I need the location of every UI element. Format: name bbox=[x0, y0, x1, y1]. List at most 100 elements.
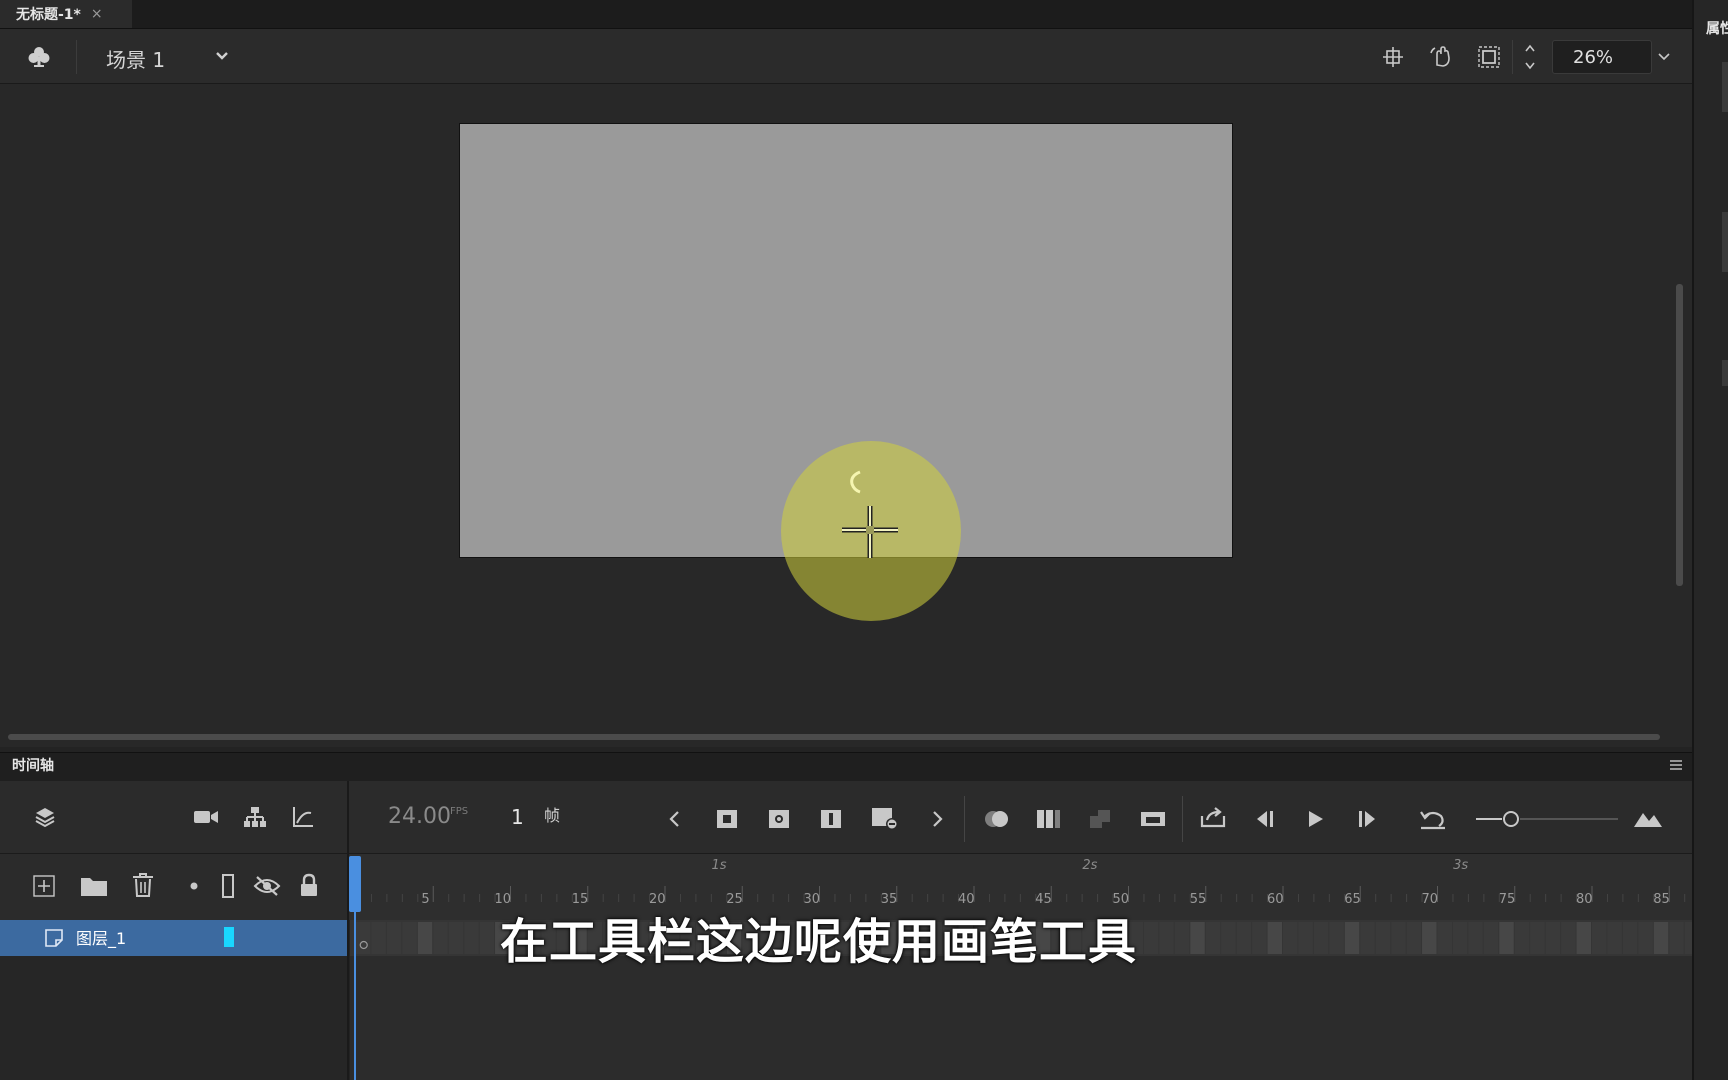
frame-cell bbox=[1669, 922, 1684, 954]
ruler-number: 65 bbox=[1344, 892, 1361, 907]
frame-cell bbox=[386, 922, 402, 954]
vertical-scrollbar[interactable] bbox=[1676, 284, 1683, 586]
frame-cell bbox=[1622, 922, 1638, 954]
remove-frame-icon[interactable] bbox=[868, 804, 902, 834]
clip-stage-icon[interactable] bbox=[1474, 42, 1504, 72]
frame-unit: 帧 bbox=[544, 806, 561, 825]
tween-icon[interactable] bbox=[1136, 804, 1170, 834]
document-tab[interactable]: 无标题-1* × bbox=[0, 0, 132, 28]
loop-icon[interactable] bbox=[1196, 802, 1230, 834]
step-forward-icon[interactable] bbox=[1352, 804, 1382, 834]
delete-layer-icon[interactable] bbox=[128, 870, 158, 900]
step-back-icon[interactable] bbox=[1250, 804, 1280, 834]
swap-icon[interactable] bbox=[1084, 804, 1118, 834]
frame-cell bbox=[433, 922, 448, 954]
frame-cell bbox=[371, 922, 386, 954]
play-icon[interactable] bbox=[1300, 804, 1330, 834]
properties-panel-field[interactable] bbox=[1722, 360, 1728, 386]
frame-cell bbox=[1391, 922, 1406, 954]
zoom-value: 26% bbox=[1573, 46, 1614, 68]
undo-icon[interactable] bbox=[1416, 804, 1450, 834]
second-marker: 2s bbox=[1082, 858, 1098, 873]
zoom-dropdown-icon[interactable] bbox=[1652, 40, 1676, 74]
frame-cell bbox=[1592, 922, 1607, 954]
properties-panel-field[interactable] bbox=[1722, 212, 1728, 272]
new-layer-icon[interactable] bbox=[30, 872, 58, 900]
layers-icon[interactable] bbox=[30, 802, 60, 832]
dot-icon[interactable] bbox=[184, 876, 204, 896]
properties-panel-title[interactable]: 属性 bbox=[1706, 18, 1728, 38]
frame-cell bbox=[1205, 922, 1221, 954]
ruler-number: 75 bbox=[1498, 892, 1516, 907]
frame-cell bbox=[1638, 922, 1653, 954]
zoom-stepper-icon[interactable] bbox=[1520, 40, 1540, 74]
document-tab-title: 无标题-1* bbox=[16, 7, 81, 23]
edit-bar-separator bbox=[76, 40, 77, 74]
next-keyframe-icon[interactable] bbox=[924, 804, 952, 834]
frame-cell bbox=[1452, 922, 1468, 954]
timeline-divider[interactable] bbox=[347, 781, 349, 1080]
frame-cell bbox=[1190, 922, 1205, 954]
frame-cell bbox=[464, 922, 479, 954]
outline-icon[interactable] bbox=[218, 872, 238, 900]
close-tab-icon[interactable]: × bbox=[91, 6, 103, 22]
insert-frame-icon[interactable] bbox=[816, 804, 846, 834]
frame-cell bbox=[448, 922, 464, 954]
crosshair-cursor-icon bbox=[836, 470, 916, 562]
frame-cell bbox=[1236, 922, 1252, 954]
zoom-slider-icon[interactable] bbox=[1474, 806, 1620, 832]
insert-blank-keyframe-icon[interactable] bbox=[764, 804, 794, 834]
document-tab-bar bbox=[0, 0, 1692, 29]
edit-multiple-frames-icon[interactable] bbox=[1032, 804, 1066, 834]
fps-value[interactable]: 24.00 bbox=[388, 804, 451, 829]
onion-skin-icon[interactable] bbox=[980, 804, 1014, 834]
frame-cell bbox=[402, 922, 417, 954]
properties-panel bbox=[1692, 0, 1728, 1080]
layer-parenting-icon[interactable] bbox=[240, 802, 270, 832]
frame-cell bbox=[1607, 922, 1622, 954]
hide-icon[interactable] bbox=[252, 872, 282, 900]
center-stage-icon[interactable] bbox=[1378, 42, 1408, 72]
frame-cell bbox=[1653, 922, 1669, 954]
fit-icon[interactable] bbox=[1630, 804, 1666, 834]
frame-cell bbox=[1221, 922, 1236, 954]
frames-panel-empty bbox=[350, 956, 1692, 1080]
frame-cell bbox=[1344, 922, 1360, 954]
frame-cell bbox=[1499, 922, 1514, 954]
timeline-title[interactable]: 时间轴 bbox=[12, 755, 54, 775]
frame-cell bbox=[1530, 922, 1545, 954]
ruler-number: 5 bbox=[421, 892, 430, 907]
ruler-number: 70 bbox=[1421, 892, 1439, 907]
zoom-input[interactable]: 26% bbox=[1552, 40, 1652, 74]
chevron-down-icon[interactable] bbox=[210, 44, 234, 68]
ruler-number: 85 bbox=[1653, 892, 1670, 907]
frame-cell bbox=[1437, 922, 1452, 954]
graph-icon[interactable] bbox=[288, 802, 318, 832]
club-icon[interactable] bbox=[22, 40, 56, 74]
current-frame-value[interactable]: 1 bbox=[511, 805, 524, 829]
horizontal-scrollbar[interactable] bbox=[8, 734, 1660, 740]
panel-menu-icon[interactable] bbox=[1666, 756, 1686, 774]
frame-cell bbox=[1561, 922, 1576, 954]
lock-icon[interactable] bbox=[296, 870, 322, 900]
layer-name[interactable]: 图层_1 bbox=[76, 925, 126, 949]
second-marker: 1s bbox=[711, 858, 727, 873]
rotate-hand-icon[interactable] bbox=[1426, 42, 1458, 72]
properties-panel-field[interactable] bbox=[1722, 62, 1728, 112]
playhead-line bbox=[354, 858, 356, 1080]
layer-color-swatch[interactable] bbox=[224, 927, 234, 947]
prev-keyframe-icon[interactable] bbox=[660, 804, 688, 834]
frame-cell bbox=[356, 922, 371, 954]
frame-cell bbox=[1267, 922, 1282, 954]
layer-type-icon bbox=[42, 926, 66, 950]
new-folder-icon[interactable] bbox=[78, 872, 110, 900]
scene-name[interactable]: 场景 1 bbox=[106, 44, 165, 73]
insert-keyframe-icon[interactable] bbox=[712, 804, 742, 834]
toolbar-separator bbox=[964, 796, 965, 842]
camera-icon[interactable] bbox=[190, 802, 222, 832]
frame-cell bbox=[1514, 922, 1530, 954]
ruler-number: 60 bbox=[1266, 892, 1284, 907]
fps-unit: FPS bbox=[450, 806, 469, 817]
frame-cell bbox=[1283, 922, 1298, 954]
frame-cell bbox=[1174, 922, 1190, 954]
